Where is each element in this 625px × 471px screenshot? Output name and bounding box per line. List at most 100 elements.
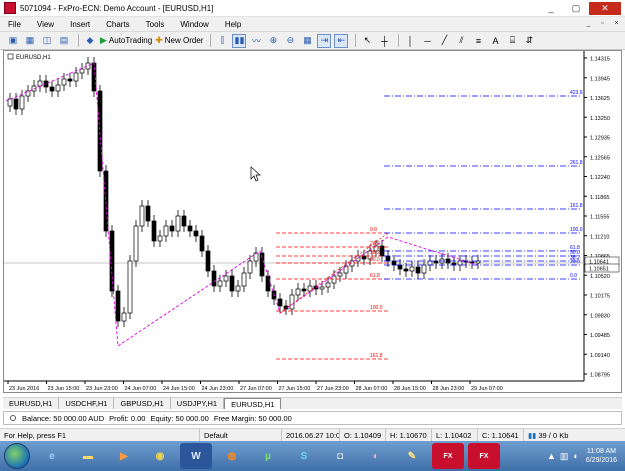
tab-eurusd-h1-active[interactable]: EURUSD,H1 <box>224 398 282 409</box>
navigator-icon[interactable]: ▤ <box>57 34 71 48</box>
metaeditor-icon[interactable]: ◆ <box>83 34 97 48</box>
candle-body <box>307 285 313 292</box>
tray-arrow-icon[interactable]: ▲ <box>547 451 556 461</box>
y-tick-label: 1.10175 <box>590 294 610 300</box>
y-tick-label: 1.12565 <box>590 155 610 161</box>
candle-body <box>61 78 67 86</box>
explorer-icon[interactable]: ▬ <box>72 443 104 469</box>
skype-icon[interactable]: S <box>288 443 320 469</box>
bar-chart-icon[interactable]: ⫿ <box>215 34 229 48</box>
y-tick-label: 1.09830 <box>590 313 610 319</box>
menu-view[interactable]: View <box>29 20 62 29</box>
arrows-icon[interactable]: ⇵ <box>522 34 536 48</box>
status-traffic: ▮▮ 39 / 0 Kb <box>524 429 580 442</box>
start-button[interactable] <box>4 443 30 469</box>
candle-body <box>421 264 427 274</box>
menu-insert[interactable]: Insert <box>62 20 98 29</box>
candle-body <box>163 225 169 237</box>
text-icon[interactable]: A <box>488 34 502 48</box>
line-chart-icon[interactable]: 〰 <box>249 34 263 48</box>
y-tick-label: 1.09140 <box>590 353 610 359</box>
fxpro-icon[interactable]: FX <box>432 443 464 469</box>
y-tick-label: 1.12935 <box>590 136 610 142</box>
menu-file[interactable]: File <box>0 20 29 29</box>
price-chart[interactable]: 1.14315 1.13945 1.13625 1.13250 1.12935 1.125… <box>4 51 621 392</box>
camera-icon[interactable]: ◘ <box>324 443 356 469</box>
y-tick-label: 1.14315 <box>590 57 610 63</box>
chart-window[interactable]: 1.14315 1.13945 1.13625 1.13250 1.12935 1.125… <box>3 50 622 393</box>
fib-left-label: 61.8 <box>370 273 380 279</box>
candle-body <box>139 205 145 227</box>
fib-right-label: 423.6 <box>570 90 583 96</box>
candle-body <box>217 280 223 287</box>
menu-tools[interactable]: Tools <box>138 20 173 29</box>
toolbar-separator <box>355 34 357 47</box>
menu-help[interactable]: Help <box>217 20 249 29</box>
minimize-button[interactable]: _ <box>539 2 563 15</box>
channel-icon[interactable]: ⫽ <box>454 34 468 48</box>
status-open: O: 1.10409 <box>340 428 386 442</box>
fib-right-label: 0.0 <box>570 273 577 279</box>
candle-body <box>67 78 73 82</box>
vertical-line-icon[interactable]: │ <box>403 34 417 48</box>
label-icon[interactable]: ⌸ <box>505 34 519 48</box>
candle-body <box>277 298 283 307</box>
candle-body <box>127 260 133 314</box>
crosshair-icon[interactable]: ┼ <box>377 34 391 48</box>
candle-body <box>169 225 175 232</box>
market-watch-icon[interactable]: ◫ <box>40 34 54 48</box>
y-tick-label: 1.11555 <box>590 215 609 221</box>
tab-usdjpy-h1[interactable]: USDJPY,H1 <box>171 398 225 409</box>
close-button[interactable]: ✕ <box>589 1 621 15</box>
candle-body <box>187 225 193 232</box>
media-icon[interactable]: ▶ <box>108 443 140 469</box>
firefox-icon[interactable]: ◍ <box>216 443 248 469</box>
zoom-in-icon[interactable]: ⊕ <box>266 34 280 48</box>
maximize-button[interactable]: ▢ <box>564 2 588 15</box>
child-restore-button[interactable]: ▫ <box>597 19 608 29</box>
child-close-button[interactable]: × <box>611 19 622 29</box>
utorrent-icon[interactable]: µ <box>252 443 284 469</box>
zoom-out-icon[interactable]: ⊖ <box>283 34 297 48</box>
new-chart-icon[interactable]: ▣ <box>6 34 20 48</box>
status-help: For Help, press F1 <box>0 428 200 442</box>
menu-window[interactable]: Window <box>172 20 216 29</box>
horizontal-line-icon[interactable]: ─ <box>420 34 434 48</box>
child-minimize-button[interactable]: _ <box>583 19 594 29</box>
fib-left-label: 50.0 <box>370 257 380 263</box>
media-player-icon[interactable]: ◐ <box>360 443 392 469</box>
profiles-icon[interactable]: ▦ <box>23 34 37 48</box>
free-margin-text: Free Margin: 50 000.00 <box>213 413 292 423</box>
candle-body <box>247 260 253 274</box>
y-tick-label: 1.11865 <box>590 195 609 201</box>
candle-body <box>415 266 421 274</box>
candle-body <box>199 235 205 252</box>
tab-usdchf-h1[interactable]: USDCHF,H1 <box>59 398 115 409</box>
paint-icon[interactable]: ✎ <box>396 443 428 469</box>
autotrading-label: AutoTrading <box>108 36 153 45</box>
clock[interactable]: 11:08 AM 6/29/2016 <box>586 447 617 465</box>
volume-icon[interactable]: ◖ <box>572 451 577 461</box>
trendline-icon[interactable]: ╱ <box>437 34 451 48</box>
chart-shift-icon[interactable]: ⇤ <box>334 33 349 48</box>
menu-charts[interactable]: Charts <box>98 20 138 29</box>
autotrading-button[interactable]: ▶ AutoTrading <box>100 34 152 48</box>
candle-body <box>211 270 217 287</box>
candlestick-chart-icon[interactable]: ▮▮ <box>232 33 247 48</box>
chrome-icon[interactable]: ◉ <box>144 443 176 469</box>
network-icon[interactable]: ▥ <box>560 451 569 462</box>
new-order-button[interactable]: ✚ New Order <box>155 34 203 48</box>
word-icon[interactable]: W <box>180 443 212 469</box>
tab-eurusd-h1[interactable]: EURUSD,H1 <box>3 398 60 409</box>
candle-body <box>19 95 25 110</box>
fxpro-icon[interactable]: FX <box>468 443 500 469</box>
account-status-icon <box>10 415 16 421</box>
ie-icon[interactable]: e <box>36 443 68 469</box>
tile-windows-icon[interactable]: ▦ <box>300 34 314 48</box>
toolbar-separator <box>398 34 400 47</box>
tab-gbpusd-h1[interactable]: GBPUSD,H1 <box>114 398 171 409</box>
cursor-icon[interactable]: ↖ <box>360 34 374 48</box>
auto-scroll-icon[interactable]: ⇥ <box>317 33 332 48</box>
fibonacci-icon[interactable]: ≡ <box>471 34 485 48</box>
zigzag-line <box>5 62 479 347</box>
